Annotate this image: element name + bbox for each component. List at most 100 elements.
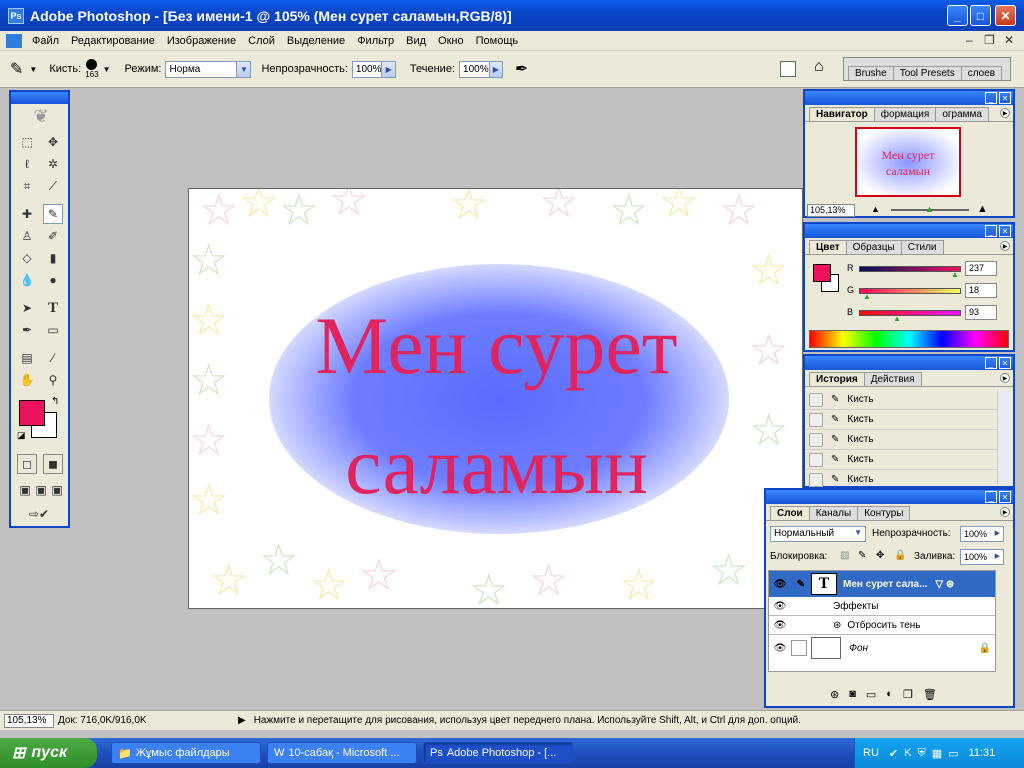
opacity-field[interactable]: 100% ▶ [351,60,396,78]
file-browser-icon[interactable]: ⌂ [814,58,824,76]
status-menu-arrow-icon[interactable]: ▶ [238,715,246,726]
brush-picker[interactable]: 163 [85,59,99,79]
brush-link-icon[interactable]: ✎ [791,579,811,590]
b-value[interactable]: 93 [965,305,997,320]
foreground-color-swatch[interactable] [19,400,45,426]
shape-tool-icon[interactable]: ▭ [43,320,63,340]
path-selection-icon[interactable]: ➤ [17,298,37,318]
zoom-in-icon[interactable]: ▲ [977,203,988,215]
brush-tool-icon[interactable]: ✎ [43,204,63,224]
color-fg-swatch[interactable] [813,264,831,282]
menu-help[interactable]: Помощь [470,35,525,47]
well-tab-layers[interactable]: слоев [960,66,1003,80]
tab-layers[interactable]: Слои [770,506,810,520]
menu-file[interactable]: Файл [26,35,65,47]
menu-layer[interactable]: Слой [242,35,281,47]
doc-minimize-button[interactable]: – [966,33,973,47]
mode-select[interactable]: Норма ▼ [165,60,252,78]
navigator-thumbnail[interactable]: Мен сурет саламын [855,127,961,197]
move-tool-icon[interactable]: ✥ [43,132,63,152]
history-item[interactable]: ✎ Кисть [805,390,997,410]
zoom-slider-handle[interactable]: ▲ [925,204,934,214]
history-source-box[interactable] [809,392,823,407]
b-slider-handle[interactable]: ▲ [893,314,901,323]
tab-navigator[interactable]: Навигатор [809,107,875,121]
eye-icon[interactable]: 👁 [769,620,791,631]
tool-preset-dropdown[interactable]: ▼ [29,65,37,74]
swap-colors-icon[interactable]: ↰ [51,396,59,407]
tab-history[interactable]: История [809,372,865,386]
lock-position-icon[interactable]: ✥ [876,550,884,561]
history-scrollbar[interactable] [997,390,1011,484]
tab-styles[interactable]: Стили [900,240,944,254]
eraser-tool-icon[interactable]: ◇ [17,248,37,268]
status-zoom-field[interactable]: 105,13% [4,713,54,728]
layer-opacity-field[interactable]: 100% ▶ [960,526,1004,542]
color-ramp[interactable] [809,330,1009,348]
eye-icon[interactable]: 👁 [769,643,791,654]
app-menu-icon[interactable] [6,33,22,48]
palette-toggle-icon[interactable] [780,61,796,77]
network-icon[interactable]: ▦ [932,747,942,760]
menu-window[interactable]: Окно [432,35,470,47]
menu-filter[interactable]: Фильтр [351,35,400,47]
task-folder[interactable]: 📁 Жұмыс файлдары [111,742,261,764]
gradient-tool-icon[interactable]: ▮ [43,248,63,268]
effects-indicator-icon[interactable]: ▽ ⊛ [935,579,954,590]
panel-menu-icon[interactable]: ▶ [1000,241,1010,251]
history-source-box[interactable] [809,412,823,427]
panel-minimize-button[interactable]: _ [985,357,997,369]
g-slider-handle[interactable]: ▲ [863,292,871,301]
history-item[interactable]: ✎ Кисть [805,470,997,490]
doc-close-button[interactable]: ✕ [1004,33,1014,47]
layer-effect-drop-shadow[interactable]: 👁 ⊛ Отбросить тень [769,616,995,635]
tab-color[interactable]: Цвет [809,240,847,254]
fill-field[interactable]: 100% ▶ [960,549,1004,565]
panel-menu-icon[interactable]: ▶ [1000,507,1010,517]
lasso-tool-icon[interactable]: ℓ [17,154,37,174]
history-source-box[interactable] [809,432,823,447]
clone-stamp-icon[interactable]: ♙ [17,226,37,246]
blur-tool-icon[interactable]: 💧 [17,270,37,290]
minimize-button[interactable]: _ [947,5,968,26]
clock[interactable]: 11:31 [969,747,996,759]
zoom-out-icon[interactable]: ▲ [871,204,880,214]
airbrush-icon[interactable]: ✒ [515,59,528,79]
r-slider-handle[interactable]: ▲ [951,270,959,279]
flow-field[interactable]: 100% ▶ [459,60,504,78]
crop-tool-icon[interactable]: ⌗ [17,176,37,196]
well-tab-brushes[interactable]: Brushe [848,66,894,80]
tab-actions[interactable]: Действия [863,372,922,386]
eye-icon[interactable]: 👁 [769,579,791,590]
magic-wand-icon[interactable]: ✲ [43,154,63,174]
add-style-icon[interactable]: ⊛ [830,688,839,701]
g-value[interactable]: 18 [965,283,997,298]
document-canvas[interactable]: ☆ ☆ ☆ ☆ ☆ ☆ ☆ ☆ ☆ ☆ ☆ ☆ ☆ ☆ ☆ ☆ ☆ ☆ ☆ ☆ … [188,188,803,609]
task-word[interactable]: W 10-сабақ - Microsoft ... [267,742,417,764]
lock-all-icon[interactable]: 🔒 [894,550,906,561]
lock-image-icon[interactable]: ✎ [858,550,866,561]
standard-mode-icon[interactable]: ◻ [17,454,37,474]
pen-tool-icon[interactable]: ✒ [17,320,37,340]
panel-close-button[interactable]: ✕ [999,225,1011,237]
screen-mode-full-icon[interactable]: ▣ [47,480,67,500]
doc-restore-button[interactable]: ❐ [984,33,995,47]
brush-dropdown[interactable]: ▼ [103,65,111,74]
menu-select[interactable]: Выделение [281,35,351,47]
layer-row-text[interactable]: 👁 ✎ T Мен сурет сала... ▽ ⊛ [769,571,995,597]
dodge-tool-icon[interactable]: ● [43,270,63,290]
shield-icon[interactable]: ⛨ [917,747,925,760]
brush-tool-icon[interactable]: ✎ [10,59,23,79]
panel-minimize-button[interactable]: _ [985,225,997,237]
navigator-zoom-field[interactable]: 105,13% [807,204,855,217]
panel-minimize-button[interactable]: _ [985,491,997,503]
hand-tool-icon[interactable]: ✋ [17,370,37,390]
slice-tool-icon[interactable]: ⟋ [43,176,63,196]
g-slider[interactable] [859,288,961,294]
history-brush-icon[interactable]: ✐ [43,226,63,246]
link-box[interactable] [791,640,807,656]
default-colors-icon[interactable]: ◪ [17,430,26,441]
tray-app-icon[interactable]: ✔ [889,747,898,760]
delete-layer-icon[interactable]: 🗑 [923,688,937,701]
panel-close-button[interactable]: ✕ [999,357,1011,369]
